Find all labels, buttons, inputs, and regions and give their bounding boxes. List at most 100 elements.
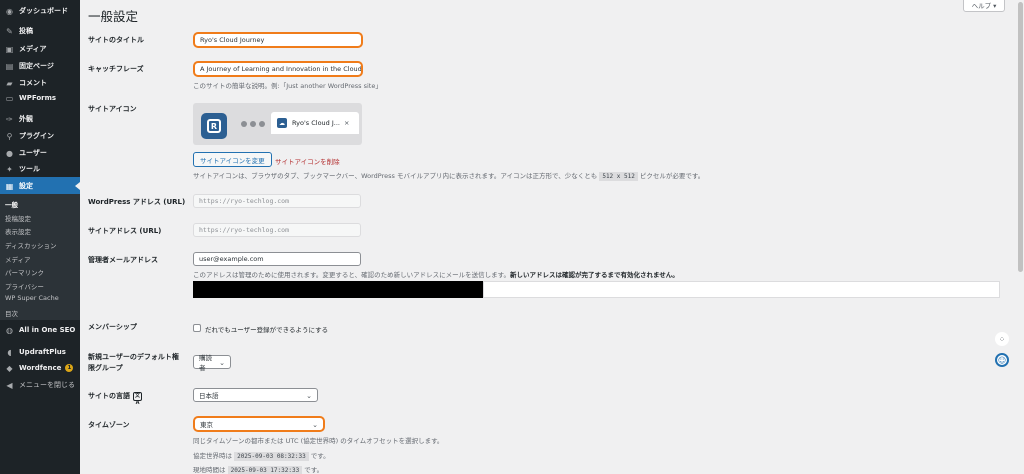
icon-size-code: 512 x 512 <box>599 172 638 181</box>
notification-badge: 1 <box>65 364 74 372</box>
sidebar-item-label: メディア <box>19 45 47 53</box>
remove-site-icon-link[interactable]: サイトアイコンを削除 <box>275 156 340 166</box>
sidebar-item-label: プラグイン <box>19 132 54 140</box>
translation-icon: 文A <box>133 391 142 406</box>
pushpin-icon: ✎ <box>6 26 13 36</box>
page-scrollbar-thumb[interactable] <box>1018 2 1023 272</box>
page-icon: ▤ <box>5 61 14 71</box>
site-icon-image: R <box>201 113 227 139</box>
sidebar-item-label: ツール <box>19 165 40 173</box>
sidebar-item-media[interactable]: ▣ メディア <box>0 40 80 58</box>
sidebar-item-wpforms[interactable]: ▭ WPForms <box>0 89 80 107</box>
browser-dot <box>259 121 265 127</box>
sidebar-item-label: UpdraftPlus <box>19 348 66 356</box>
redacted-bar <box>193 281 483 298</box>
sidebar-item-posts[interactable]: ✎ 投稿 <box>0 22 80 40</box>
sidebar-item-plugins[interactable]: ⚲ プラグイン <box>0 127 80 145</box>
site-icon-label: サイトアイコン <box>88 105 137 113</box>
site-title-label: サイトのタイトル <box>88 36 144 44</box>
site-icon-preview: R ☁ Ryo's Cloud J... × <box>193 103 362 145</box>
collapse-icon: ◀ <box>6 380 13 390</box>
sidebar-item-settings[interactable]: ▦ 設定 <box>0 177 80 195</box>
membership-label: メンバーシップ <box>88 323 137 331</box>
admin-email-description: このアドレスは管理のために使用されます。変更すると、確認のため新しいアドレスにメ… <box>193 271 679 279</box>
submenu-wp-super-cache[interactable]: WP Super Cache <box>5 294 59 302</box>
browser-dot <box>250 121 256 127</box>
local-time: 現地時間は 2025-09-03 17:32:33 です。 <box>193 466 324 474</box>
sidebar-item-label: 設定 <box>19 182 33 190</box>
utc-time: 協定世界時は 2025-09-03 08:32:33 です。 <box>193 452 330 461</box>
brush-icon: ✑ <box>6 114 13 124</box>
notice-bar <box>483 281 1000 298</box>
sidebar-collapse-menu[interactable]: ◀ メニューを閉じる <box>0 376 80 394</box>
chevron-down-icon: ⌄ <box>306 392 312 400</box>
membership-checkbox-label[interactable]: だれでもユーザー登録ができるようにする <box>205 324 328 334</box>
submenu-permalinks[interactable]: パーマリンク <box>5 267 44 277</box>
wrench-icon: ✦ <box>6 164 13 174</box>
sidebar-item-dashboard[interactable]: ◉ ダッシュボード <box>0 2 80 20</box>
sidebar-item-label: 固定ページ <box>19 62 54 70</box>
browser-tab-title: Ryo's Cloud J... <box>292 119 340 127</box>
updraft-icon: ◖ <box>7 347 12 357</box>
sidebar-item-label: ユーザー <box>19 149 47 157</box>
sidebar-item-label: 外観 <box>19 115 33 123</box>
timezone-select[interactable]: 東京 ⌄ <box>193 416 325 432</box>
chevron-down-icon: ⌄ <box>219 359 225 367</box>
sidebar-item-pages[interactable]: ▤ 固定ページ <box>0 57 80 75</box>
tagline-label: キャッチフレーズ <box>88 65 144 73</box>
site-language-label: サイトの言語 文A <box>88 391 142 406</box>
submenu-writing[interactable]: 投稿設定 <box>5 213 31 223</box>
favicon-icon: ☁ <box>277 118 287 128</box>
tagline-input[interactable]: A Journey of Learning and Innovation in … <box>193 61 363 77</box>
media-icon: ▣ <box>5 44 14 54</box>
sidebar-item-wordfence[interactable]: ◆ Wordfence 1 <box>0 359 80 377</box>
sidebar-item-label: Wordfence <box>19 364 62 372</box>
membership-checkbox[interactable] <box>193 324 201 332</box>
default-role-select[interactable]: 購読者 ⌄ <box>193 354 231 372</box>
submenu-toc[interactable]: 目次 <box>5 308 18 318</box>
sidebar-item-label: コメント <box>19 79 47 87</box>
wp-address-input: https://ryo-techlog.com <box>193 194 361 208</box>
admin-email-input[interactable]: user@example.com <box>193 252 361 266</box>
admin-email-label: 管理者メールアドレス <box>88 256 158 264</box>
settings-submenu: 一般 投稿設定 表示設定 ディスカッション メディア パーマリンク プライバシー… <box>0 194 80 320</box>
site-address-label: サイトアドレス (URL) <box>88 227 162 235</box>
site-icon-description: サイトアイコンは、ブラウザのタブ、ブックマークバー、WordPress モバイル… <box>193 172 705 181</box>
sidebar-item-label: All in One SEO <box>19 326 76 334</box>
grid-icon[interactable]: ⁘ <box>995 332 1009 346</box>
timezone-description: 同じタイムゾーンの都市または UTC (協定世界時) のタイムオフセットを選択し… <box>193 437 444 445</box>
submenu-discussion[interactable]: ディスカッション <box>5 240 57 250</box>
tagline-description: このサイトの簡単な説明。例:「Just another WordPress si… <box>193 82 382 90</box>
sidebar-item-label: WPForms <box>19 94 57 102</box>
sidebar-item-appearance[interactable]: ✑ 外観 <box>0 110 80 128</box>
sidebar-item-aioseo[interactable]: ◍ All in One SEO <box>0 321 80 339</box>
sidebar-item-label: メニューを閉じる <box>19 381 75 389</box>
sidebar-item-label: ダッシュボード <box>19 7 68 15</box>
site-language-select[interactable]: 日本語 ⌄ <box>193 388 318 402</box>
page-title: 一般設定 <box>88 9 139 24</box>
chevron-down-icon: ⌄ <box>312 421 318 429</box>
site-address-input: https://ryo-techlog.com <box>193 223 361 237</box>
timezone-label: タイムゾーン <box>88 421 130 429</box>
admin-sidebar: ◉ ダッシュボード ✎ 投稿 ▣ メディア ▤ 固定ページ ▰ コメント ▭ WPForms… <box>0 0 80 474</box>
submenu-general[interactable]: 一般 <box>5 199 18 209</box>
comment-icon: ▰ <box>6 78 13 88</box>
tab-close-icon: × <box>343 119 350 127</box>
settings-main: 一般設定 ヘルプ ▾ サイトのタイトル Ryo's Cloud Journey … <box>80 0 1024 474</box>
change-site-icon-button[interactable]: サイトアイコンを変更 <box>193 152 272 167</box>
sidebar-item-label: 投稿 <box>19 27 33 35</box>
submenu-reading[interactable]: 表示設定 <box>5 226 31 236</box>
submenu-media[interactable]: メディア <box>5 254 31 264</box>
users-icon: ● <box>6 148 13 158</box>
seo-icon: ◍ <box>6 325 13 335</box>
help-button[interactable]: ヘルプ ▾ <box>963 0 1005 12</box>
site-title-input[interactable]: Ryo's Cloud Journey <box>193 32 363 48</box>
forms-icon: ▭ <box>5 93 14 103</box>
dashboard-icon: ◉ <box>6 6 13 16</box>
submenu-privacy[interactable]: プライバシー <box>5 281 44 291</box>
browser-tab-preview: ☁ Ryo's Cloud J... × <box>271 112 359 134</box>
plugin-icon: ⚲ <box>6 131 13 141</box>
assistant-icon[interactable]: ☺ <box>995 353 1009 367</box>
sidebar-item-tools[interactable]: ✦ ツール <box>0 160 80 178</box>
browser-dot <box>241 121 247 127</box>
